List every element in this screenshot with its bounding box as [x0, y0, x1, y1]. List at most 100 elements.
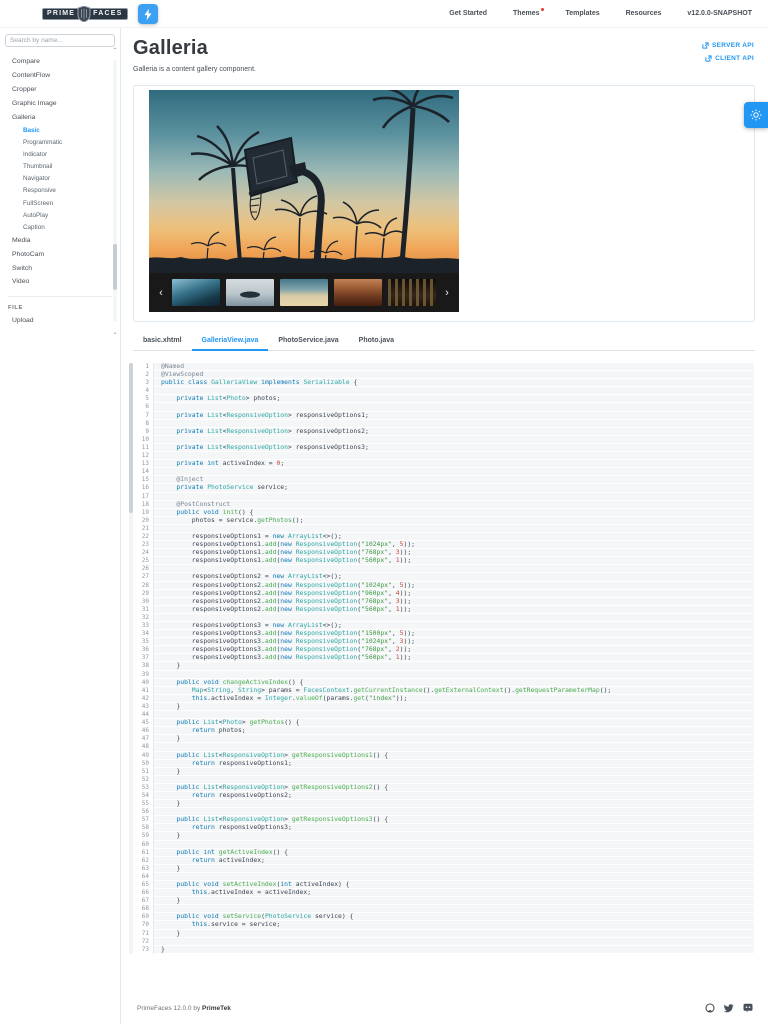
- next-button[interactable]: ›: [439, 285, 455, 301]
- sidebar-subitem-navigator[interactable]: Navigator: [0, 173, 120, 185]
- code-line: }: [154, 662, 754, 671]
- logo[interactable]: PRIME FACES: [42, 5, 128, 22]
- external-link-icon: [702, 42, 709, 49]
- scroll-up-icon[interactable]: ⌃: [111, 48, 119, 54]
- sidebar-subitem-programmatic[interactable]: Programmatic: [0, 136, 120, 148]
- sidebar-subitem-autoplay[interactable]: AutoPlay: [0, 209, 120, 221]
- code-line: private int activeIndex = 0;: [154, 460, 754, 469]
- designer-button[interactable]: [138, 4, 158, 24]
- code-line: private PhotoService service;: [154, 484, 754, 493]
- thumbnail-red-mountains[interactable]: [334, 279, 382, 306]
- logo-shield-icon: [77, 5, 91, 22]
- code-line: return responsiveOptions1;: [154, 759, 754, 768]
- github-icon[interactable]: [705, 1003, 715, 1013]
- code-line: }: [154, 945, 754, 954]
- thumbnail-dark-building[interactable]: [388, 279, 436, 306]
- code-line: public int getActiveIndex() {: [154, 848, 754, 857]
- sidebar-subitem-responsive[interactable]: Responsive: [0, 185, 120, 197]
- code-line: [154, 403, 754, 412]
- nav-item-get-started[interactable]: Get Started: [449, 10, 487, 17]
- code-line: public List<ResponsiveOption> getRespons…: [154, 751, 754, 760]
- code-line: }: [154, 929, 754, 938]
- code-line: [154, 670, 754, 679]
- thumbnail-palm-sunset[interactable]: [280, 279, 328, 306]
- nav-item-resources[interactable]: Resources: [626, 10, 662, 17]
- server-api-link[interactable]: SERVER API: [702, 42, 754, 49]
- sidebar-subitem-indicator[interactable]: Indicator: [0, 148, 120, 160]
- nav-item-templates[interactable]: Templates: [566, 10, 600, 17]
- page-subtitle: Galleria is a content gallery component.: [133, 66, 256, 73]
- code-line: responsiveOptions3.add(new ResponsiveOpt…: [154, 638, 754, 647]
- sidebar-item-compare[interactable]: Compare: [0, 55, 120, 69]
- code-scrollbar-thumb[interactable]: [129, 363, 133, 513]
- thumbnail-ship-at-sea[interactable]: [226, 279, 274, 306]
- code-scrollbar[interactable]: [129, 363, 133, 954]
- sidebar-item-media[interactable]: Media: [0, 234, 120, 248]
- sidebar-item-contentflow[interactable]: ContentFlow: [0, 69, 120, 83]
- code-line: [154, 808, 754, 817]
- tab-photo-java[interactable]: Photo.java: [349, 333, 404, 351]
- code-line: responsiveOptions2.add(new ResponsiveOpt…: [154, 605, 754, 614]
- code-line: [154, 743, 754, 752]
- main-content: Galleria Galleria is a content gallery c…: [122, 28, 768, 1024]
- code-line: }: [154, 832, 754, 841]
- config-button[interactable]: [744, 102, 768, 128]
- tab-photoservice-java[interactable]: PhotoService.java: [268, 333, 348, 351]
- sidebar-item-galleria[interactable]: Galleria: [0, 110, 120, 124]
- code-line: @ViewScoped: [154, 371, 754, 380]
- footer-brand: PrimeTek: [202, 1004, 231, 1012]
- code-line: private List<ResponsiveOption> responsiv…: [154, 411, 754, 420]
- code-line: [154, 613, 754, 622]
- code-line: return photos;: [154, 727, 754, 736]
- code-line: public void setActiveIndex(int activeInd…: [154, 881, 754, 890]
- tab-galleriaview-java[interactable]: GalleriaView.java: [191, 333, 269, 351]
- code-line: [154, 452, 754, 461]
- sidebar-item-switch[interactable]: Switch: [0, 261, 120, 275]
- galleria-main-image: [149, 90, 459, 273]
- code-line: @Named: [154, 363, 754, 372]
- footer-version-text: PrimeFaces 12.0.0 by: [137, 1004, 201, 1012]
- sidebar: CompareContentFlowCropperGraphic ImageGa…: [0, 28, 121, 1024]
- sidebar-subitem-caption[interactable]: Caption: [0, 221, 120, 233]
- code-line: [154, 937, 754, 946]
- topbar-nav: Get Started Themes Templates Resources v12.0…: [449, 8, 752, 17]
- client-api-link[interactable]: CLIENT API: [705, 55, 754, 62]
- code-line: Map<String, String> params = FacesContex…: [154, 686, 754, 695]
- footer-icons: [705, 1003, 753, 1013]
- sidebar-item-photocam[interactable]: PhotoCam: [0, 247, 120, 261]
- search-input[interactable]: [5, 34, 115, 47]
- sidebar-item-upload[interactable]: Upload: [0, 314, 120, 328]
- scroll-down-icon[interactable]: ⌄: [111, 330, 119, 336]
- code-lines: @Named @ViewScoped public class GalleriaVi…: [154, 363, 754, 954]
- sidebar-item-graphic-image[interactable]: Graphic Image: [0, 96, 120, 110]
- sidebar-subitem-basic[interactable]: Basic: [0, 124, 120, 136]
- code-line: [154, 387, 754, 396]
- tab-basic-xhtml[interactable]: basic.xhtml: [133, 333, 192, 351]
- code-line: @PostConstruct: [154, 500, 754, 509]
- code-line: }: [154, 767, 754, 776]
- code-line: return responsiveOptions3;: [154, 824, 754, 833]
- thumbnail-harbor-city[interactable]: [172, 279, 220, 306]
- server-api-label: SERVER API: [711, 42, 754, 49]
- code-line: [154, 565, 754, 574]
- gear-icon: [750, 109, 762, 121]
- sidebar-subitem-thumbnail[interactable]: Thumbnail: [0, 160, 120, 172]
- sidebar-subitem-fullscreen[interactable]: FullScreen: [0, 197, 120, 209]
- code-line: public void setService(PhotoService serv…: [154, 913, 754, 922]
- nav-item-v12-0-0-snapshot[interactable]: v12.0.0-SNAPSHOT: [687, 10, 752, 17]
- code-line: responsiveOptions1.add(new ResponsiveOpt…: [154, 557, 754, 566]
- source-tabs: basic.xhtml GalleriaView.java PhotoService…: [133, 333, 755, 351]
- footer: PrimeFaces 12.0.0 by PrimeTek: [122, 992, 768, 1024]
- code-line: [154, 492, 754, 501]
- code-line: private List<ResponsiveOption> responsiv…: [154, 427, 754, 436]
- nav-item-themes[interactable]: Themes: [513, 8, 544, 17]
- prev-button[interactable]: ‹: [153, 285, 169, 301]
- discord-icon[interactable]: [743, 1003, 753, 1013]
- code-line: @Inject: [154, 476, 754, 485]
- code-line: public List<ResponsiveOption> getRespons…: [154, 783, 754, 792]
- sidebar-item-cropper[interactable]: Cropper: [0, 83, 120, 97]
- sidebar-item-video[interactable]: Video: [0, 275, 120, 289]
- scrollbar-thumb[interactable]: [113, 244, 117, 290]
- lightning-icon: [144, 8, 152, 20]
- twitter-icon[interactable]: [724, 1003, 734, 1013]
